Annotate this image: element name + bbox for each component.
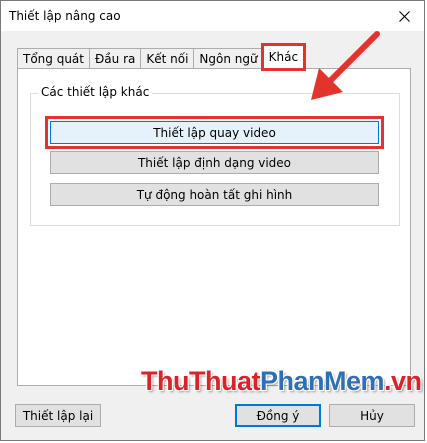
auto-finish-recording-button[interactable]: Tự động hoàn tất ghi hình [50, 183, 379, 206]
tab-panel-other: Các thiết lập khác Thiết lập quay video … [17, 68, 411, 386]
window-title: Thiết lập nâng cao [9, 9, 121, 23]
group-legend: Các thiết lập khác [38, 85, 153, 99]
close-icon [398, 10, 410, 22]
arrow-icon [311, 31, 380, 100]
tab-language[interactable]: Ngôn ngữ [193, 48, 264, 68]
video-recording-settings-button[interactable]: Thiết lập quay video [45, 116, 384, 149]
title-bar: Thiết lập nâng cao [1, 1, 424, 31]
ok-button[interactable]: Đồng ý [235, 404, 321, 427]
other-settings-group: Các thiết lập khác Thiết lập quay video … [30, 85, 400, 226]
watermark-logo: ThuThuatPhanMem.vn [141, 366, 422, 396]
tab-other[interactable]: Khác [260, 43, 307, 71]
video-format-settings-button[interactable]: Thiết lập định dạng video [50, 151, 379, 174]
tab-output[interactable]: Đầu ra [89, 48, 142, 68]
tab-strip: Tổng quát Đầu ra Kết nối Ngôn ngữ Khác [17, 43, 307, 71]
cancel-button[interactable]: Hủy [329, 404, 415, 427]
reset-button[interactable]: Thiết lập lại [15, 404, 101, 427]
tab-connection[interactable]: Kết nối [140, 48, 195, 68]
tab-general[interactable]: Tổng quát [17, 48, 90, 68]
close-button[interactable] [384, 1, 424, 31]
